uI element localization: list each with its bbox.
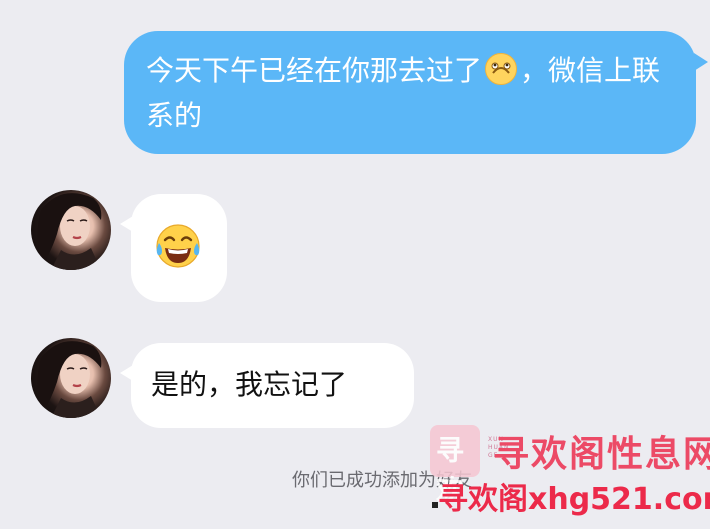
- incoming-message-text: 是的，我忘记了: [151, 368, 348, 401]
- outgoing-message-text-1: 今天下午已经在你那去过了: [146, 54, 483, 87]
- contact-avatar[interactable]: [31, 190, 111, 270]
- outgoing-bubble-tail: [694, 53, 708, 71]
- incoming-bubble-tail: [120, 216, 133, 232]
- incoming-emoji-bubble[interactable]: [120, 194, 227, 302]
- watermark-url: 寻欢阁xhg521.com: [438, 482, 710, 517]
- watermark-logo: 寻欢: [430, 425, 480, 507]
- avatar-photo: [37, 193, 102, 270]
- contact-avatar[interactable]: [31, 338, 111, 418]
- upside-down-face-icon: [485, 53, 518, 85]
- incoming-bubble-tail: [120, 365, 133, 381]
- outgoing-message-bubble[interactable]: 今天下午已经在你那去过了 ，微信上联系的: [124, 31, 708, 154]
- tears-of-joy-face-icon: [156, 224, 200, 268]
- incoming-text-bubble[interactable]: 是的，我忘记了: [120, 343, 414, 428]
- avatar-photo: [37, 341, 102, 418]
- watermark-title: 寻欢阁性息网: [493, 434, 710, 475]
